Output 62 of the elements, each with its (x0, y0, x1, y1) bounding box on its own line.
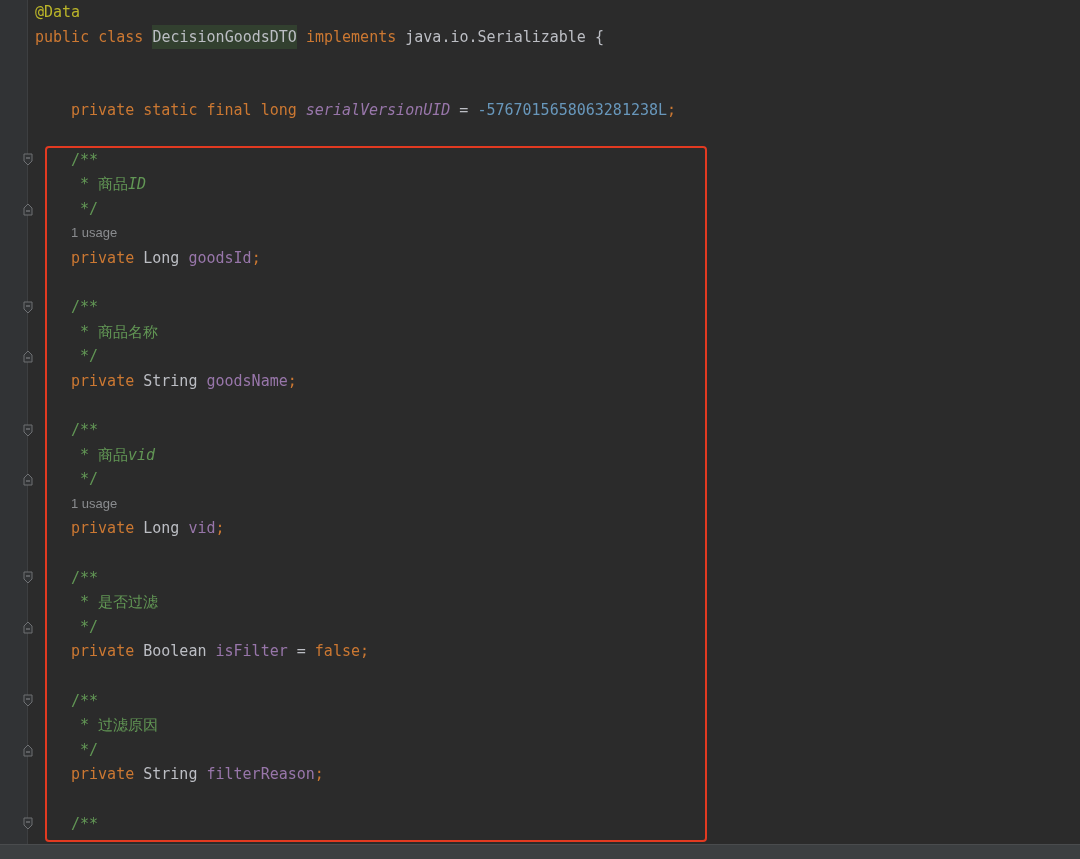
code-text: Long (143, 247, 181, 269)
fold-marker-icon[interactable] (23, 571, 33, 585)
annotation-text: @Data (35, 2, 81, 23)
field-name: vid (188, 518, 216, 540)
fold-marker-icon[interactable] (23, 300, 33, 314)
fold-marker-icon[interactable] (23, 473, 33, 487)
doc-comment: */ (80, 198, 99, 220)
doc-comment: * 商品 (80, 174, 129, 196)
usage-hint[interactable]: 1 usage (71, 491, 118, 517)
keyword-text: ; (251, 247, 261, 269)
doc-comment: /** (71, 297, 99, 319)
doc-comment: */ (80, 469, 99, 491)
field-name: serialVersionUID (305, 100, 451, 122)
doc-comment: /** (71, 567, 99, 589)
keyword-text: private (71, 764, 136, 786)
doc-comment: */ (80, 346, 99, 368)
doc-comment: ID (128, 174, 147, 196)
doc-comment: * 是否过滤 (80, 592, 159, 614)
keyword-text: private (71, 518, 136, 540)
doc-comment: * 商品名称 (80, 321, 159, 343)
doc-comment: /** (71, 690, 99, 712)
keyword-text: private static final long (71, 100, 298, 122)
keyword-text: private (71, 247, 136, 269)
code-text: java.io.Serializable { (405, 26, 604, 48)
code-text: String (143, 370, 199, 392)
keyword-text: private (71, 641, 136, 663)
code-text: = (295, 641, 307, 663)
code-text: String (143, 764, 199, 786)
code-text: = (458, 100, 470, 122)
doc-comment: */ (80, 616, 99, 638)
keyword-text: false; (314, 641, 370, 663)
keyword-text: private (71, 370, 136, 392)
field-name: goodsId (188, 247, 252, 269)
keyword-text: ; (287, 370, 297, 392)
keyword-text: implements (304, 26, 398, 48)
keyword-text: ; (667, 100, 677, 122)
doc-comment: */ (80, 739, 99, 761)
fold-marker-icon[interactable] (23, 620, 33, 634)
doc-comment: * 过滤原因 (80, 715, 159, 737)
doc-comment: vid (128, 444, 156, 466)
code-text: Long (143, 518, 181, 540)
keyword-text: public class (35, 26, 145, 48)
fold-marker-icon[interactable] (23, 817, 33, 831)
fold-marker-icon[interactable] (23, 202, 33, 216)
number-literal: -5767015658063281238L (477, 100, 668, 122)
doc-comment: /** (71, 420, 99, 442)
fold-marker-icon[interactable] (23, 423, 33, 437)
keyword-text: ; (215, 518, 225, 540)
field-name: filterReason (206, 764, 315, 786)
code-text: DecisionGoodsDTO (152, 24, 297, 50)
doc-comment: /** (71, 149, 99, 171)
keyword-text: ; (314, 764, 324, 786)
field-name: goodsName (206, 370, 288, 392)
code-text: Boolean (143, 641, 208, 663)
field-name: isFilter (215, 641, 288, 663)
fold-marker-icon[interactable] (23, 153, 33, 167)
fold-marker-icon[interactable] (23, 743, 33, 757)
usage-hint[interactable]: 1 usage (71, 221, 118, 246)
doc-comment: * 商品 (80, 444, 129, 466)
fold-marker-icon[interactable] (23, 350, 33, 364)
doc-comment: /** (71, 813, 99, 835)
fold-marker-icon[interactable] (23, 694, 33, 708)
